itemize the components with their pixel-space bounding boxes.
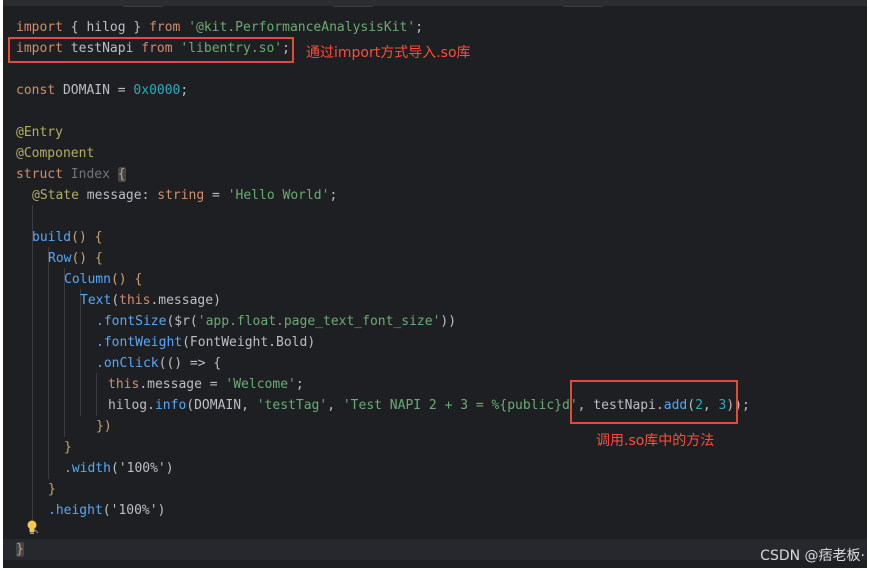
editor-tab[interactable]	[123, 0, 163, 7]
fontweight-method: .fontWeight	[96, 335, 183, 350]
info-method: info	[154, 398, 187, 413]
watermark: CSDN @痞老板·	[760, 548, 865, 564]
number-literal: 0x0000	[133, 83, 181, 98]
code-line-onclick-close[interactable]: })	[96, 416, 112, 437]
indent-guide	[96, 373, 97, 416]
code-line-assign[interactable]: this.message = 'Welcome';	[108, 374, 304, 395]
semicolon: ;	[329, 188, 338, 203]
code-line-const-domain[interactable]: const DOMAIN = 0x0000;	[16, 80, 188, 101]
code-line-column-close[interactable]: }	[64, 437, 72, 458]
code-line-onclick[interactable]: .onClick(() => {	[96, 353, 221, 374]
format-string: 'Test NAPI 2 + 3 = %{public}d'	[342, 398, 578, 413]
keyword-struct: struct	[16, 167, 63, 182]
code-line-row-close[interactable]: }	[48, 479, 56, 500]
paren-open: (	[111, 293, 120, 308]
code-line-build[interactable]: build() {	[32, 227, 102, 248]
build-method: build	[32, 230, 72, 245]
state-decl: message:	[78, 188, 158, 203]
code-line-height[interactable]: .height('100%')	[48, 500, 165, 521]
tag-string: 'testTag'	[256, 398, 328, 413]
code-line-column[interactable]: Column() {	[64, 269, 142, 290]
code-line-state[interactable]: @State message: string = 'Hello World';	[32, 185, 337, 206]
keyword-this: this	[108, 377, 140, 392]
fontsize-close: ))	[440, 314, 457, 329]
lightbulb-icon[interactable]	[25, 519, 39, 535]
current-line-highlight	[3, 539, 867, 560]
code-line-entry-decorator[interactable]: @Entry	[16, 122, 63, 143]
semicolon: ;	[415, 20, 424, 35]
assign-op: =	[204, 188, 228, 203]
keyword-from: from	[149, 20, 181, 35]
state-value: 'Hello World'	[227, 188, 330, 203]
struct-name: Index	[70, 167, 110, 182]
module-string: '@kit.PerformanceAnalysisKit'	[188, 20, 416, 35]
hilog-args: (DOMAIN,	[186, 398, 257, 413]
text-call: Text	[80, 293, 112, 308]
editor-tab[interactable]	[563, 0, 603, 7]
state-decorator: @State	[32, 188, 79, 203]
height-arg: ('100%')	[102, 503, 166, 518]
code-line-import-hilog[interactable]: import { hilog } from '@kit.PerformanceA…	[16, 17, 423, 38]
code-editor[interactable]: import { hilog } from '@kit.PerformanceA…	[3, 0, 867, 568]
row-rest: () {	[71, 251, 103, 266]
call-highlight-box	[570, 380, 738, 424]
type-string: string	[157, 188, 205, 203]
code-line-row[interactable]: Row() {	[48, 248, 103, 269]
semicolon: ;	[180, 83, 189, 98]
code-line-struct-close[interactable]: }	[16, 539, 24, 560]
fontsize-method: .fontSize	[96, 314, 167, 329]
code-line-struct[interactable]: struct Index {	[16, 164, 126, 185]
indent-guide	[32, 205, 33, 521]
text-arg: .message)	[150, 293, 221, 308]
brace-match-close: }	[16, 542, 24, 557]
editor-tab[interactable]	[333, 0, 373, 7]
keyword-import: import	[16, 20, 63, 35]
import-annotation: 通过import方式导入.so库	[306, 45, 471, 61]
semicolon: ;	[295, 377, 304, 392]
const-name: DOMAIN =	[55, 83, 134, 98]
keyword-const: const	[16, 83, 56, 98]
indent-guide	[48, 247, 49, 479]
indent-guide	[64, 268, 65, 437]
keyword-this: this	[119, 293, 151, 308]
hilog-object: hilog.	[108, 398, 155, 413]
code-line-component-decorator[interactable]: @Component	[16, 143, 94, 164]
resource-string: 'app.float.page_text_font_size'	[197, 314, 441, 329]
brace-match-open: {	[117, 167, 126, 182]
assign-rest: .message =	[139, 377, 226, 392]
width-arg: ('100%')	[110, 461, 174, 476]
column-call: Column	[64, 272, 111, 287]
assign-value: 'Welcome'	[225, 377, 296, 392]
code-line-text[interactable]: Text(this.message)	[80, 290, 221, 311]
column-rest: () {	[110, 272, 143, 287]
build-rest: () {	[71, 230, 103, 245]
comma: ,	[327, 398, 343, 413]
onclick-method: .onClick	[96, 356, 159, 371]
fontweight-arg: (FontWeight.Bold)	[182, 335, 316, 350]
height-method: .height	[48, 503, 103, 518]
import-specifiers: { hilog }	[62, 20, 150, 35]
width-method: .width	[64, 461, 111, 476]
onclick-arg: (() => {	[158, 356, 222, 371]
code-line-width[interactable]: .width('100%')	[64, 458, 174, 479]
call-annotation: 调用.so库中的方法	[596, 433, 715, 449]
row-call: Row	[48, 251, 72, 266]
code-line-fontweight[interactable]: .fontWeight(FontWeight.Bold)	[96, 332, 315, 353]
fontsize-arg: ($r(	[166, 314, 198, 329]
code-line-fontsize[interactable]: .fontSize($r('app.float.page_text_font_s…	[96, 311, 456, 332]
import-highlight-box	[8, 37, 294, 63]
editor-tab-strip[interactable]	[3, 0, 867, 7]
